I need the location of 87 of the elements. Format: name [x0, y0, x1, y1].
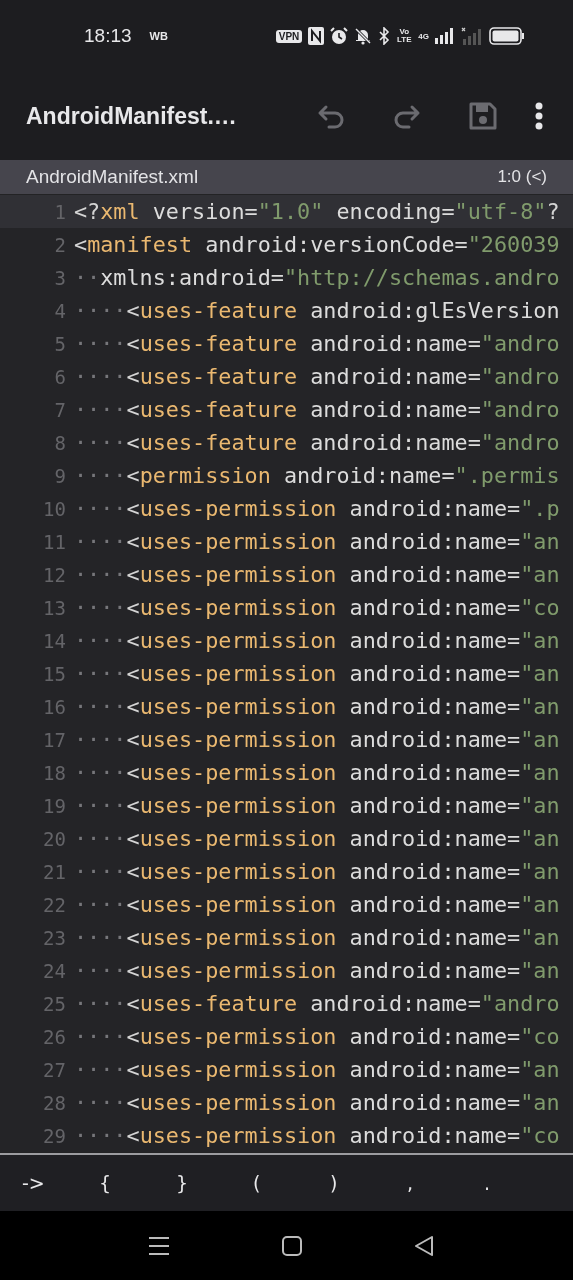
symbol-key[interactable]: (: [253, 1172, 330, 1194]
battery-icon: [489, 27, 525, 45]
line-number: 14: [42, 629, 67, 652]
bluetooth-icon: [378, 27, 391, 45]
line-number: 11: [42, 530, 67, 553]
file-title: AndroidManifest.…: [26, 102, 238, 130]
code-line: ····<uses-permission android:name="an: [74, 1090, 560, 1115]
line-number: 24: [42, 959, 67, 982]
code-line: ····<uses-feature android:name="andro: [74, 397, 560, 422]
code-line: ··xmlns:android="http://schemas.andro: [74, 265, 560, 290]
code-line: ····<uses-permission android:name="an: [74, 1057, 560, 1082]
file-name: AndroidManifest.xml: [26, 166, 199, 188]
code-line: ····<uses-permission android:name="co: [74, 1024, 560, 1049]
symbol-key[interactable]: ->: [22, 1172, 99, 1194]
code-line: ····<uses-permission android:name="an: [74, 529, 560, 554]
line-number: 28: [42, 1091, 67, 1114]
line-number: 25: [42, 992, 67, 1015]
line-number: 10: [42, 497, 67, 520]
line-number: 22: [42, 893, 67, 916]
line-number: 4: [53, 299, 67, 322]
undo-icon: [317, 103, 345, 129]
line-number: 18: [42, 761, 67, 784]
line-number: 16: [42, 695, 67, 718]
code-line: ····<uses-permission android:name="an: [74, 562, 560, 587]
menu-icon[interactable]: [147, 1236, 170, 1256]
line-number: 20: [42, 827, 67, 850]
symbol-key[interactable]: }: [176, 1172, 253, 1194]
code-line: ····<uses-permission android:name="an: [74, 694, 560, 719]
code-line: ····<uses-permission android:name="co: [74, 1123, 560, 1148]
line-number: 12: [42, 563, 67, 586]
line-number: 17: [42, 728, 67, 751]
muted-bell-icon: [354, 27, 373, 45]
code-line: ····<uses-feature android:glEsVersion: [74, 298, 560, 323]
line-number: 8: [53, 431, 67, 454]
code-line: <?xml version="1.0" encoding="utf-8"?: [74, 199, 560, 224]
line-number: 2: [53, 233, 67, 256]
nfc-icon: [308, 27, 325, 45]
save-icon: [468, 101, 498, 131]
code-line: ····<uses-feature android:name="andro: [74, 364, 560, 389]
symbol-key[interactable]: .: [484, 1172, 561, 1194]
symbol-key[interactable]: ): [330, 1172, 407, 1194]
line-number: 9: [53, 464, 67, 487]
line-number: 5: [53, 332, 67, 355]
code-line: ····<uses-permission android:name="an: [74, 826, 560, 851]
line-number: 15: [42, 662, 67, 685]
clock: 18:13: [84, 25, 132, 47]
more-icon: [535, 102, 543, 130]
code-line: ····<uses-permission android:name="an: [74, 727, 560, 752]
code-line: ····<uses-permission android:name="an: [74, 925, 560, 950]
line-number: 21: [42, 860, 67, 883]
home-icon[interactable]: [281, 1236, 302, 1256]
code-line: <manifest android:versionCode="260039: [74, 232, 560, 257]
code-line: ····<uses-permission android:name=".p: [74, 496, 560, 521]
line-number: 26: [42, 1025, 67, 1048]
symbol-key[interactable]: {: [99, 1172, 176, 1194]
no-signal-icon: [461, 27, 483, 45]
network-label: 4G: [418, 31, 429, 41]
back-icon[interactable]: [413, 1235, 434, 1257]
vpn-badge: VPN: [275, 29, 303, 43]
code-line: ····<uses-permission android:name="an: [74, 793, 560, 818]
code-line: ····<uses-permission android:name="an: [74, 760, 560, 785]
code-line: ····<uses-permission android:name="an: [74, 661, 560, 686]
line-number: 29: [42, 1124, 67, 1147]
code-line: ····<uses-feature android:name="andro: [74, 430, 560, 455]
line-number: 19: [42, 794, 67, 817]
line-number: 3: [53, 266, 67, 289]
alarm-icon: [330, 27, 349, 45]
code-line: ····<uses-permission android:name="an: [74, 958, 560, 983]
redo-icon: [393, 103, 421, 129]
code-line: ····<uses-permission android:name="an: [74, 892, 560, 917]
code-line: ····<permission android:name=".permis: [74, 463, 560, 488]
line-number: 6: [53, 365, 67, 388]
line-number: 13: [42, 596, 67, 619]
file-tab[interactable]: AndroidManifest.xml 1:0 (<): [0, 160, 573, 194]
code-line: ····<uses-feature android:name="andro: [74, 991, 560, 1016]
signal-icon: [435, 28, 455, 44]
code-line: ····<uses-feature android:name="andro: [74, 331, 560, 356]
volte-label: Vo LTE: [396, 28, 413, 44]
code-line: ····<uses-permission android:name="co: [74, 595, 560, 620]
code-line: ····<uses-permission android:name="an: [74, 628, 560, 653]
symbol-key[interactable]: ,: [407, 1172, 484, 1194]
line-number: 27: [42, 1058, 67, 1081]
line-number: 7: [53, 398, 67, 421]
line-number: 23: [42, 926, 67, 949]
cursor-position: 1:0 (<): [497, 167, 547, 187]
carrier-label: WB: [149, 30, 168, 42]
code-line: ····<uses-permission android:name="an: [74, 859, 560, 884]
